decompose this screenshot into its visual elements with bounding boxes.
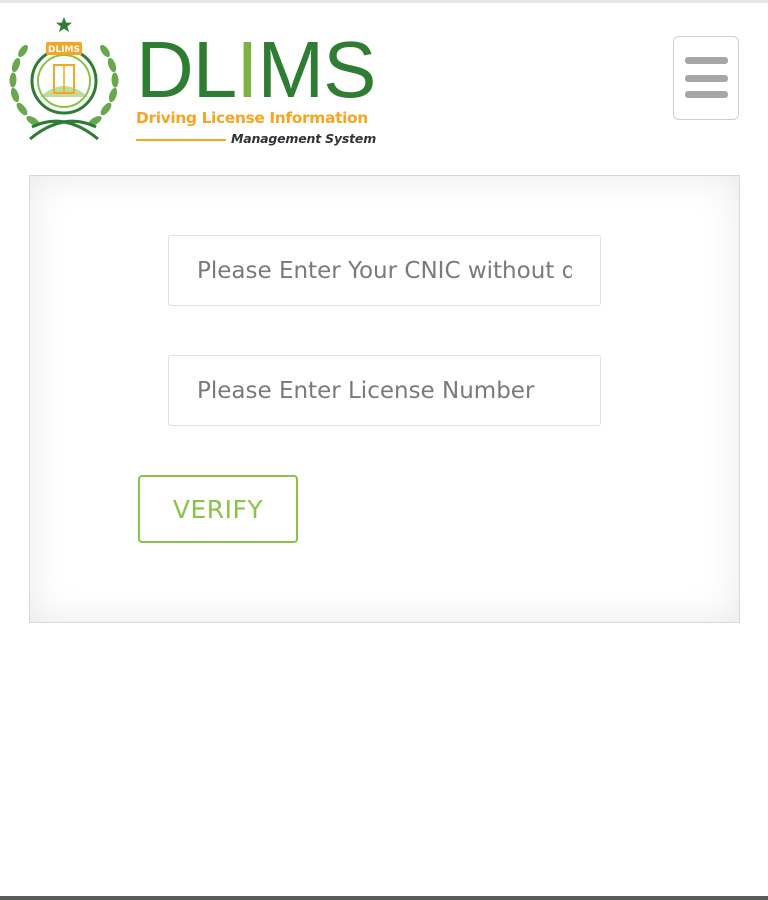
svg-text:DLIMS: DLIMS [48, 45, 80, 55]
tagline-line-1: Driving License Information [136, 109, 368, 127]
dlims-wordmark: DLIMS Driving License Information Manage… [136, 25, 398, 153]
hamburger-bar [685, 91, 728, 98]
license-number-input[interactable] [168, 355, 601, 426]
menu-toggle-button[interactable] [673, 36, 739, 120]
site-header: DLIMS DLIMS Driving License Information … [0, 3, 768, 163]
dlims-logo[interactable]: DLIMS DLIMS Driving License Information … [0, 15, 400, 150]
hamburger-bar [685, 57, 728, 64]
wordmark-title: DLIMS [136, 25, 377, 114]
tagline-divider [136, 139, 226, 141]
hamburger-bar [685, 75, 728, 82]
tagline-line-2: Management System [231, 131, 377, 146]
verify-button[interactable]: VERIFY [138, 475, 298, 543]
cnic-input[interactable] [168, 235, 601, 306]
bottom-divider [0, 896, 768, 900]
dlims-emblem-icon: DLIMS [9, 17, 119, 141]
